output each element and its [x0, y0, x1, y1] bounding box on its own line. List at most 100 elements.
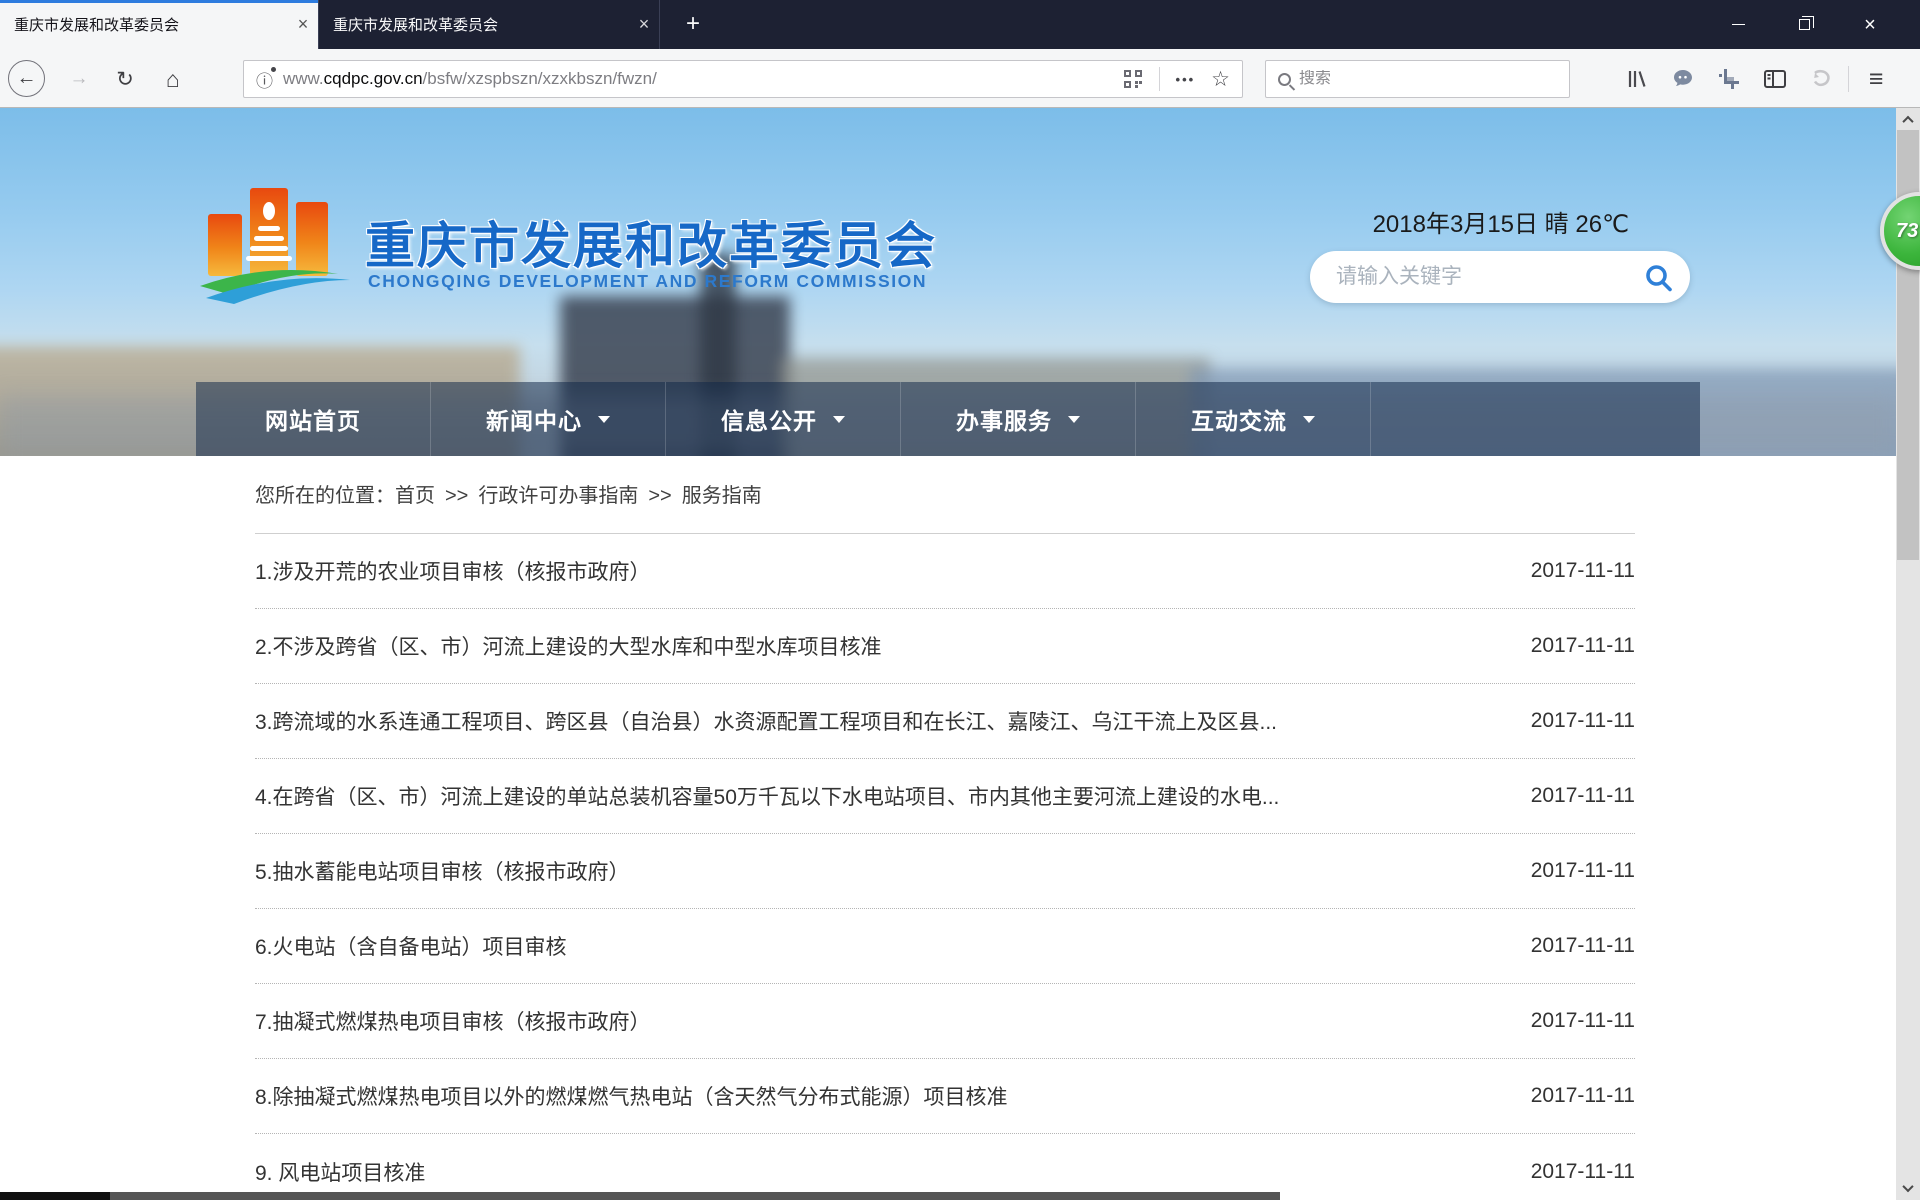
chevron-down-icon — [833, 416, 845, 423]
list-item-title[interactable]: 3.跨流域的水系连通工程项目、跨区县（自治县）水资源配置工程项目和在长江、嘉陵江… — [255, 706, 1277, 736]
list-item-date: 2017-11-11 — [1531, 709, 1635, 733]
page-actions: ••• ☆ — [1123, 67, 1242, 92]
browser-search-box[interactable] — [1265, 60, 1570, 98]
scrollbar-down-button[interactable] — [1896, 1178, 1920, 1198]
breadcrumb-label: 您所在的位置： — [255, 485, 395, 507]
reload-button[interactable]: ↻ — [106, 60, 144, 98]
list-item-title[interactable]: 1.涉及开荒的农业项目审核（核报市政府） — [255, 556, 651, 586]
date-weather: 2018年3月15日 晴 26℃ — [1373, 204, 1629, 239]
site-subtitle: CHONGQING DEVELOPMENT AND REFORM COMMISS… — [368, 271, 927, 292]
home-button[interactable]: ⌂ — [154, 60, 192, 98]
list-item-date: 2017-11-11 — [1531, 1009, 1635, 1033]
window-restore-button[interactable] — [1771, 0, 1837, 49]
breadcrumb-link-home[interactable]: 首页 — [395, 485, 435, 507]
list-item: 2.不涉及跨省（区、市）河流上建设的大型水库和中型水库项目核准 2017-11-… — [255, 609, 1635, 684]
list-item-title[interactable]: 6.火电站（含自备电站）项目审核 — [255, 931, 567, 961]
nav-item-info[interactable]: 信息公开 — [666, 382, 901, 456]
nav-item-interact[interactable]: 互动交流 — [1136, 382, 1371, 456]
list-item-date: 2017-11-11 — [1531, 1084, 1635, 1108]
browser-search-input[interactable] — [1299, 70, 1529, 88]
chat-bubble-icon[interactable] — [1660, 60, 1706, 98]
nav-label: 办事服务 — [956, 402, 1052, 436]
nav-item-home[interactable]: 网站首页 — [196, 382, 431, 456]
tab-close-icon[interactable]: × — [629, 14, 659, 35]
list-item: 8.除抽凝式燃煤热电项目以外的燃煤燃气热电站（含天然气分布式能源）项目核准 20… — [255, 1059, 1635, 1134]
bookmark-star-icon[interactable]: ☆ — [1211, 67, 1230, 92]
list-item: 5.抽水蓄能电站项目审核（核报市政府） 2017-11-11 — [255, 834, 1635, 909]
forward-button[interactable]: → — [60, 60, 98, 98]
tab-title: 重庆市发展和改革委员会 — [319, 14, 629, 35]
restore-icon — [1799, 19, 1810, 30]
browser-tab-1[interactable]: 重庆市发展和改革委员会 × — [0, 0, 318, 49]
browser-toolbar: ← → ↻ ⌂ ⓘ www.cqdpc.gov.cn/bsfw/xzspbszn… — [0, 49, 1920, 108]
chevron-down-icon — [598, 416, 610, 423]
toolbar-right-icons: ≡ — [1614, 60, 1899, 98]
list-item: 4.在跨省（区、市）河流上建设的单站总装机容量50万千瓦以下水电站项目、市内其他… — [255, 759, 1635, 834]
list-item-date: 2017-11-11 — [1531, 634, 1635, 658]
nav-label: 网站首页 — [265, 402, 361, 436]
list-item-title[interactable]: 5.抽水蓄能电站项目审核（核报市政府） — [255, 856, 630, 886]
url-text[interactable]: www.cqdpc.gov.cn/bsfw/xzspbszn/xzxkbszn/… — [283, 69, 1123, 89]
list-item: 6.火电站（含自备电站）项目审核 2017-11-11 — [255, 909, 1635, 984]
back-button[interactable]: ← — [8, 60, 45, 97]
list-item-date: 2017-11-11 — [1531, 859, 1635, 883]
nav-item-services[interactable]: 办事服务 — [901, 382, 1136, 456]
list-item-title[interactable]: 8.除抽凝式燃煤热电项目以外的燃煤燃气热电站（含天然气分布式能源）项目核准 — [255, 1081, 1008, 1111]
address-bar[interactable]: ⓘ www.cqdpc.gov.cn/bsfw/xzspbszn/xzxkbsz… — [243, 60, 1243, 98]
window-controls: × — [1705, 0, 1903, 49]
list-item-date: 2017-11-11 — [1531, 559, 1635, 583]
list-item-date: 2017-11-11 — [1531, 1160, 1635, 1184]
minimize-icon — [1732, 24, 1745, 26]
library-icon[interactable] — [1614, 60, 1660, 98]
breadcrumb-separator: >> — [648, 485, 671, 507]
browser-window: 重庆市发展和改革委员会 × 重庆市发展和改革委员会 × + × ← → ↻ ⌂ … — [0, 0, 1920, 1200]
pocket-undo-icon — [1798, 60, 1844, 98]
tab-title: 重庆市发展和改革委员会 — [0, 14, 288, 35]
divider — [1159, 67, 1160, 91]
search-icon[interactable] — [1644, 263, 1674, 298]
list-item-title[interactable]: 2.不涉及跨省（区、市）河流上建设的大型水库和中型水库项目核准 — [255, 631, 882, 661]
scrollbar-up-button[interactable] — [1896, 110, 1920, 130]
site-search-input[interactable] — [1336, 265, 1626, 289]
breadcrumb-link-current[interactable]: 服务指南 — [682, 485, 762, 507]
tab-close-icon[interactable]: × — [288, 14, 318, 35]
list-item-title[interactable]: 7.抽凝式燃煤热电项目审核（核报市政府） — [255, 1006, 651, 1036]
page-scrollbar[interactable] — [1896, 108, 1920, 1200]
site-title: 重庆市发展和改革委员会 — [365, 206, 937, 278]
site-search-box[interactable] — [1310, 251, 1690, 303]
breadcrumb-link-guide[interactable]: 行政许可办事指南 — [478, 485, 638, 507]
site-identity-icon[interactable]: ⓘ — [256, 67, 273, 92]
window-minimize-button[interactable] — [1705, 0, 1771, 49]
list-item: 1.涉及开荒的农业项目审核（核报市政府） 2017-11-11 — [255, 534, 1635, 609]
url-prefix: www. — [283, 69, 324, 88]
url-path: /bsfw/xzspbszn/xzxkbszn/fwzn/ — [423, 69, 657, 88]
breadcrumb: 您所在的位置：首页 >> 行政许可办事指南 >> 服务指南 — [255, 479, 762, 508]
nav-item-news[interactable]: 新闻中心 — [431, 382, 666, 456]
site-logo-icon[interactable] — [198, 178, 358, 313]
browser-tab-2[interactable]: 重庆市发展和改革委员会 × — [318, 0, 660, 49]
list-item-date: 2017-11-11 — [1531, 784, 1635, 808]
chevron-down-icon — [1902, 1181, 1913, 1192]
sidebar-icon[interactable] — [1752, 60, 1798, 98]
search-icon — [1278, 73, 1291, 86]
site-banner: 重庆市发展和改革委员会 CHONGQING DEVELOPMENT AND RE… — [0, 108, 1896, 456]
footer-strip-gray — [110, 1192, 1280, 1200]
url-domain: cqdpc.gov.cn — [324, 69, 423, 88]
page-actions-icon[interactable]: ••• — [1176, 72, 1196, 87]
list-item: 3.跨流域的水系连通工程项目、跨区县（自治县）水资源配置工程项目和在长江、嘉陵江… — [255, 684, 1635, 759]
footer-strip-dark — [0, 1192, 110, 1200]
qr-code-icon[interactable] — [1123, 69, 1143, 89]
list-item-date: 2017-11-11 — [1531, 934, 1635, 958]
new-tab-button[interactable]: + — [676, 8, 710, 42]
breadcrumb-separator: >> — [445, 485, 468, 507]
nav-label: 新闻中心 — [486, 402, 582, 436]
menu-hamburger-icon[interactable]: ≡ — [1853, 60, 1899, 98]
main-navigation: 网站首页 新闻中心 信息公开 办事服务 互动交流 — [196, 382, 1700, 456]
screenshot-crop-icon[interactable] — [1706, 60, 1752, 98]
close-icon: × — [1864, 15, 1876, 35]
page-viewport: 重庆市发展和改革委员会 CHONGQING DEVELOPMENT AND RE… — [0, 108, 1920, 1200]
service-guide-list: 1.涉及开荒的农业项目审核（核报市政府） 2017-11-11 2.不涉及跨省（… — [255, 533, 1635, 1200]
window-close-button[interactable]: × — [1837, 0, 1903, 49]
list-item-title[interactable]: 4.在跨省（区、市）河流上建设的单站总装机容量50万千瓦以下水电站项目、市内其他… — [255, 781, 1279, 811]
list-item-title[interactable]: 9. 风电站项目核准 — [255, 1157, 425, 1187]
